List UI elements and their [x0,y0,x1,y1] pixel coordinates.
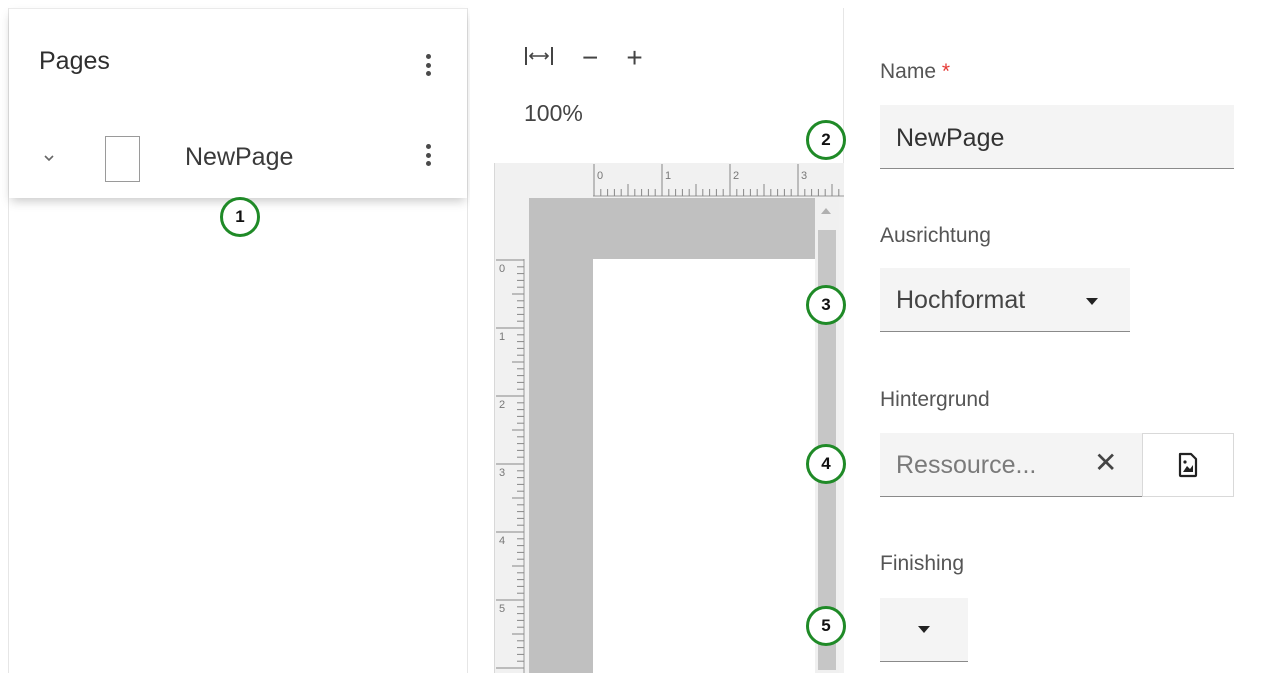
callout-2: 2 [806,120,846,160]
ruler-label: 4 [499,535,505,547]
zoom-in-icon[interactable]: + [626,44,642,72]
callout-4: 4 [806,444,846,484]
ruler-label: 2 [499,399,505,411]
ruler-vertical: 0 1 2 3 4 5 [496,259,525,673]
callout-3: 3 [806,285,846,325]
pages-title: Pages [39,47,110,75]
ruler-label: 1 [499,331,505,343]
ruler-label: 0 [597,170,603,182]
background-resource-field[interactable]: Ressource... ✕ [880,433,1142,497]
dropdown-arrow-icon[interactable] [1086,298,1098,305]
finishing-select[interactable] [880,598,968,662]
pages-card: Pages NewPage [9,8,467,198]
orientation-select[interactable]: Hochformat [880,268,1130,332]
zoom-toolbar: − + [524,44,643,72]
background-placeholder[interactable]: Ressource... [896,451,1036,480]
ruler-label: 0 [499,263,505,275]
dropdown-arrow-icon[interactable] [918,626,930,633]
name-field[interactable]: NewPage [880,105,1234,169]
background-label: Hintergrund [880,388,990,411]
chevron-down-icon[interactable] [43,152,55,164]
orientation-value[interactable]: Hochformat [896,286,1025,315]
fit-width-icon[interactable] [524,44,554,72]
clear-icon[interactable]: ✕ [1094,447,1117,479]
finishing-label: Finishing [880,552,965,575]
image-file-icon [1178,452,1198,478]
page-item-menu-icon[interactable] [423,141,433,169]
ruler-label: 5 [499,603,505,615]
page-list-item-name[interactable]: NewPage [185,143,293,172]
page-canvas[interactable]: 0 1 2 3 0 1 2 3 4 5 [494,163,844,673]
canvas-area: − + 100% 0 1 2 3 0 1 2 3 4 5 [470,8,844,673]
image-file-button[interactable] [1142,433,1234,497]
orientation-label: Ausrichtung [880,224,991,247]
vertical-scrollbar[interactable] [815,198,839,673]
zoom-out-icon[interactable]: − [582,44,598,72]
callout-5: 5 [806,606,846,646]
pages-panel: Pages NewPage [8,8,468,673]
zoom-level: 100% [524,100,583,126]
ruler-horizontal: 0 1 2 3 [593,164,844,197]
ruler-label: 1 [665,170,671,182]
required-marker: * [941,60,951,83]
ruler-label: 2 [733,170,739,182]
page-thumbnail[interactable] [105,136,140,182]
name-field-value[interactable]: NewPage [896,124,1004,153]
scroll-up-arrow-icon[interactable] [821,208,831,214]
properties-panel: Name * NewPage Ausrichtung Hochformat Hi… [846,8,1271,673]
pages-menu-icon[interactable] [423,51,433,79]
page-content-area[interactable] [593,259,819,673]
callout-1: 1 [220,197,260,237]
name-label: Name * [880,60,951,83]
ruler-label: 3 [801,170,807,182]
ruler-label: 3 [499,467,505,479]
